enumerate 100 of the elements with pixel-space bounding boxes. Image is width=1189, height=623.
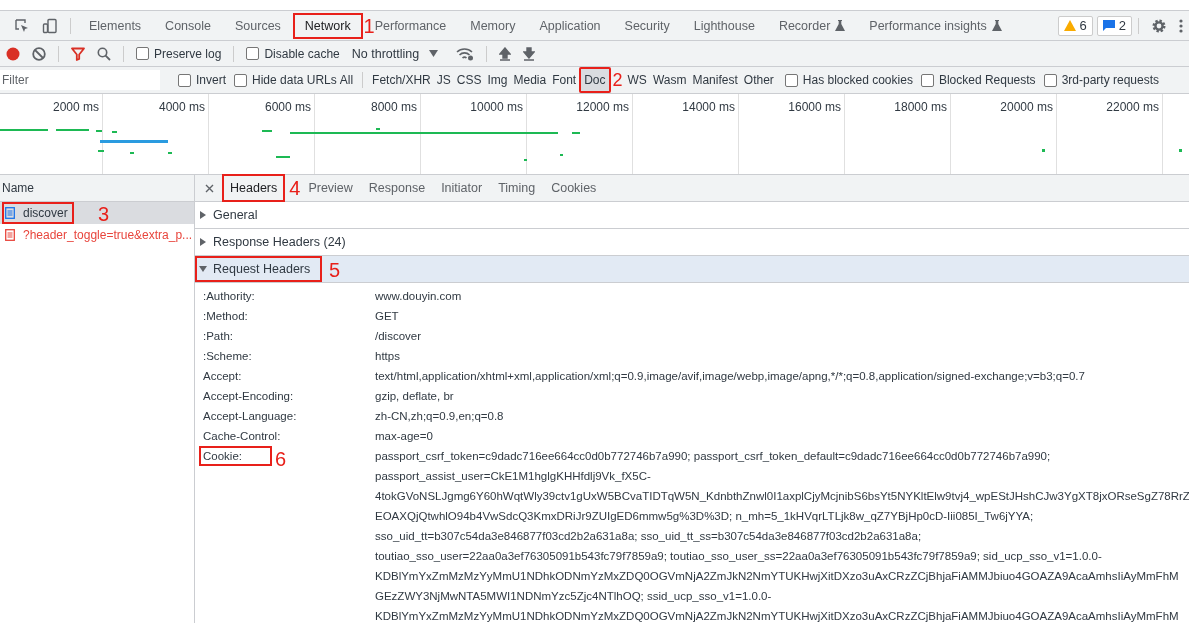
annotation-number: 3 bbox=[98, 204, 110, 224]
filter-checkbox[interactable]: 3rd-party requests bbox=[1043, 73, 1159, 87]
filter-checkbox[interactable]: Invert bbox=[178, 73, 226, 87]
detail-tab[interactable]: Response bbox=[360, 175, 434, 201]
request-name: discover bbox=[23, 206, 68, 220]
resource-type-filter[interactable]: Manifest bbox=[689, 71, 741, 89]
resource-type-filter[interactable]: Wasm bbox=[649, 71, 690, 89]
header-value: toutiao_sso_user=22aa0a3ef76305091b543fc79f7859a9; toutiao_sso_user_ss=22aa0a3ef76305091b543fc79f7859a9; sid_ucp_sso_v1=1.0.0- bbox=[375, 549, 1103, 564]
panel-tab[interactable]: Application bbox=[527, 11, 613, 40]
header-value: /discover bbox=[375, 329, 422, 344]
detail-tab[interactable]: Cookies bbox=[543, 175, 605, 201]
filter-checkbox[interactable]: Has blocked cookies bbox=[784, 73, 913, 87]
panel-tab[interactable]: Elements bbox=[77, 11, 154, 40]
header-value: KDBlYmYxZmMzMzYyMmU1NDhkODNmYzMxZDQ0OGVmNjA2ZmJkN2NmYTUKHwjXitDXzo3uAxCRzZCjBhjaFiAMMJbiuo4GOAZA9AcaAmhsIiAyMmFhM bbox=[375, 569, 1180, 584]
header-name: :Path: bbox=[203, 329, 235, 344]
resource-type-filter[interactable]: Doc bbox=[579, 67, 611, 93]
panel-tab[interactable]: Lighthouse bbox=[681, 11, 767, 40]
header-value: sso_uid_tt=b307c54da3e846877f03cd2b2a631a8a; sso_uid_tt_ss=b307c54da3e846877f03cd2b2a631a8a; bbox=[375, 529, 923, 544]
download-icon[interactable] bbox=[523, 46, 536, 61]
header-name: :Method: bbox=[203, 309, 249, 324]
detail-tab[interactable]: Timing bbox=[490, 175, 544, 201]
header-value: www.douyin.com bbox=[375, 289, 462, 304]
inspect-icon[interactable] bbox=[14, 17, 30, 34]
network-conditions-icon[interactable] bbox=[456, 46, 475, 61]
header-value: EOAXQjQtwhlO94b4VwSdcQ3KmxDRiJr9ZUIgED6mmw5g%3D%3D; n_mh=5_1kHVqrLTLjk8w_qZ7YBjHp0cD-Iii085I_Tw6jYYA; bbox=[375, 509, 1035, 524]
filter-checkbox[interactable]: Hide data URLs bbox=[234, 73, 337, 87]
section-header[interactable]: Request Headers bbox=[195, 256, 323, 282]
detail-tab[interactable]: Initiator bbox=[433, 175, 491, 201]
resource-type-filter[interactable]: Font bbox=[549, 71, 580, 89]
search-icon[interactable] bbox=[97, 46, 111, 61]
resource-type-filter[interactable]: All bbox=[336, 71, 357, 89]
close-icon[interactable] bbox=[205, 183, 214, 193]
header-name: Accept-Language: bbox=[203, 409, 298, 424]
header-value: https bbox=[375, 349, 400, 364]
header-value: max-age=0 bbox=[375, 429, 433, 444]
panel-tab[interactable]: Console bbox=[153, 11, 223, 40]
header-value: KDBlYmYxZmMzMzYyMmU1NDhkODNmYzMxZDQ0OGVmNjA2ZmJkN2NmYTUKHwjXitDXzo3uAxCRzZCjBhjaFiAMMJbiuo4GOAZA9AcaAmhsIiAyMmFhM bbox=[375, 609, 1180, 623]
header-value: GET bbox=[375, 309, 399, 324]
section-header[interactable]: Response Headers (24) bbox=[195, 229, 358, 255]
record-button[interactable] bbox=[6, 46, 20, 61]
document-icon bbox=[5, 207, 15, 219]
panel-tab[interactable]: Network bbox=[292, 12, 363, 39]
settings-icon[interactable] bbox=[1151, 17, 1167, 34]
header-name: :Authority: bbox=[203, 289, 256, 304]
annotation-number: 5 bbox=[329, 260, 341, 280]
request-row[interactable]: ?header_toggle=true&extra_p... bbox=[0, 224, 194, 246]
header-value: text/html,application/xhtml+xml,application/xml;q=0.9,image/avif,image/webp,image/apng,*/*;q=0.8,application/signed-exchange;v=b3;q=0.7 bbox=[375, 369, 1085, 384]
resource-type-filter[interactable]: Media bbox=[510, 71, 550, 89]
header-value: passport_assist_user=CkE1M1hglgKHHfdlj9Vk_fX5C- bbox=[375, 469, 652, 484]
annotation-number: 4 bbox=[289, 178, 301, 198]
timeline-tick-label: 10000 ms bbox=[470, 100, 523, 114]
caret-icon bbox=[429, 50, 439, 57]
device-toolbar-icon[interactable] bbox=[42, 17, 58, 34]
resource-type-filter[interactable]: Fetch/XHR bbox=[369, 71, 434, 89]
filter-checkbox[interactable]: Blocked Requests bbox=[920, 73, 1036, 87]
resource-type-filter[interactable]: Img bbox=[484, 71, 511, 89]
upload-icon[interactable] bbox=[499, 46, 512, 61]
panel-tab[interactable]: Performance insights bbox=[857, 11, 1014, 40]
annotation-number: 1 bbox=[363, 16, 375, 36]
header-value: zh-CN,zh;q=0.9,en;q=0.8 bbox=[375, 409, 504, 424]
timeline-tick-label: 22000 ms bbox=[1106, 100, 1159, 114]
more-options-icon[interactable] bbox=[1179, 17, 1183, 34]
panel-tab[interactable]: Memory bbox=[458, 11, 528, 40]
filter-field[interactable]: Filter bbox=[0, 70, 160, 90]
panel-tab[interactable]: Recorder bbox=[766, 11, 858, 40]
preserve-log-checkbox[interactable]: Preserve log bbox=[136, 46, 222, 61]
header-value: 4tokGVoNSLJgmg6Y60hWqtWly39ctv1gUxW5BCvaTIDTqW5N_KdnbthZnwl0I1axplCjyMcjnibS6bsYt5NYKltElw9tvj4_wpEStJHshCJw3YgXT8jxORseSgZ78RrZ bbox=[375, 489, 1189, 504]
throttling-dropdown[interactable]: No throttling bbox=[345, 45, 445, 62]
header-name: Accept-Encoding: bbox=[203, 389, 295, 404]
disclosure-triangle-icon bbox=[199, 265, 207, 273]
panel-tab[interactable]: Sources bbox=[223, 11, 293, 40]
messages-badge[interactable]: 2 bbox=[1096, 15, 1132, 36]
clear-icon[interactable] bbox=[32, 46, 46, 61]
name-column-header[interactable]: Name bbox=[0, 175, 194, 202]
resource-type-filter[interactable]: CSS bbox=[453, 71, 485, 89]
header-name: :Scheme: bbox=[203, 349, 253, 364]
timeline-tick-label: 2000 ms bbox=[52, 100, 99, 114]
resource-type-filter[interactable]: Other bbox=[740, 71, 777, 89]
timeline-tick-label: 4000 ms bbox=[158, 100, 205, 114]
detail-tab[interactable]: Preview bbox=[300, 175, 361, 201]
filter-icon[interactable] bbox=[71, 46, 85, 61]
request-name: ?header_toggle=true&extra_p... bbox=[23, 228, 193, 242]
header-name: Accept: bbox=[203, 369, 243, 384]
panel-tab[interactable]: Security bbox=[612, 11, 682, 40]
timeline-tick-label: 18000 ms bbox=[894, 100, 947, 114]
annotation-number: 6 bbox=[275, 449, 287, 469]
warnings-badge[interactable]: 6 bbox=[1057, 15, 1093, 36]
header-value: passport_csrf_token=c9dadc716ee664cc0d0b772746b7a990; passport_csrf_token_default=c9dadc716ee664cc0d0b772746b7a990; bbox=[375, 449, 1052, 464]
timeline-tick-label: 12000 ms bbox=[576, 100, 629, 114]
document-icon bbox=[5, 229, 15, 241]
header-name: Cookie: bbox=[199, 446, 272, 466]
section-header[interactable]: General bbox=[195, 202, 270, 228]
detail-tab[interactable]: Headers bbox=[222, 174, 286, 202]
disclosure-triangle-icon bbox=[199, 211, 207, 219]
timeline-tick-label: 20000 ms bbox=[1000, 100, 1053, 114]
timeline-tick-label: 16000 ms bbox=[788, 100, 841, 114]
resource-type-filter[interactable]: JS bbox=[433, 71, 454, 89]
disable-cache-checkbox[interactable]: Disable cache bbox=[246, 46, 340, 61]
request-row[interactable]: discover 3 bbox=[0, 202, 194, 224]
resource-type-filter[interactable]: WS bbox=[624, 71, 650, 89]
